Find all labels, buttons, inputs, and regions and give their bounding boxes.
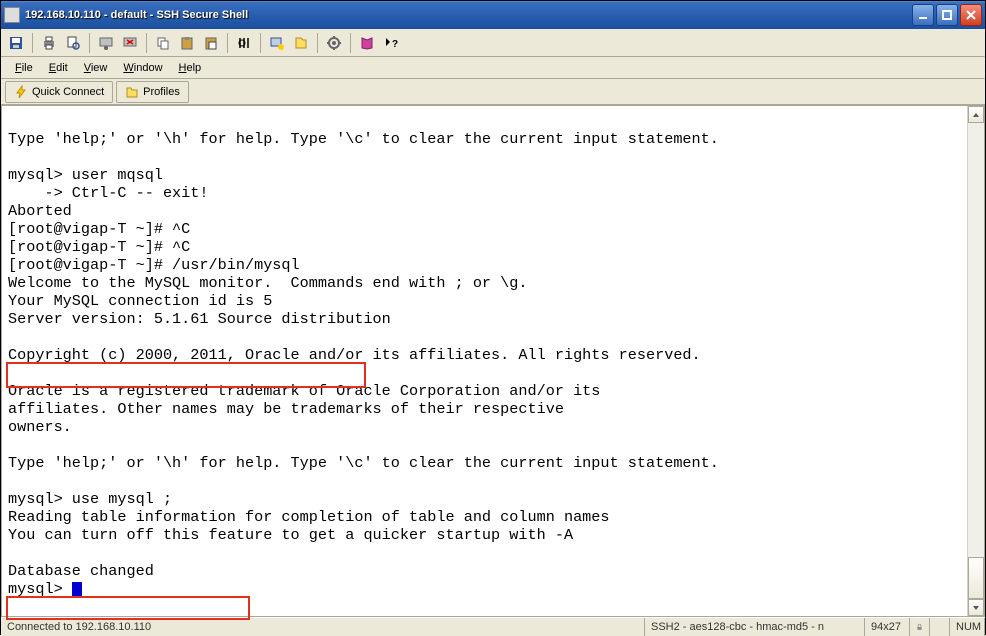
quick-connect-label: Quick Connect [32,86,104,98]
status-dimensions: 94x27 [865,618,910,636]
status-num: NUM [950,618,985,636]
minimize-button[interactable] [912,4,934,26]
svg-text:?: ? [392,39,398,50]
status-lock-icon [910,618,930,636]
help-arrow-icon[interactable]: ? [380,32,402,54]
new-file-transfer-icon[interactable] [290,32,312,54]
disconnect-icon[interactable] [119,32,141,54]
copy-icon[interactable] [152,32,174,54]
scroll-down-button[interactable] [968,599,984,616]
toolbar: ? [1,29,985,57]
terminal-area: Type 'help;' or '\h' for help. Type '\c'… [1,105,985,617]
help-book-icon[interactable] [356,32,378,54]
connect-icon[interactable] [95,32,117,54]
terminal-cursor [72,582,82,598]
scroll-up-button[interactable] [968,106,984,123]
terminal-output[interactable]: Type 'help;' or '\h' for help. Type '\c'… [2,106,967,616]
save-icon[interactable] [5,32,27,54]
menu-bar: File Edit View Window Help [1,57,985,79]
menu-edit[interactable]: Edit [41,60,76,76]
folder-icon [125,85,139,99]
settings-icon[interactable] [323,32,345,54]
status-connection: Connected to 192.168.10.110 [1,618,645,636]
app-icon [4,7,20,23]
scroll-thumb[interactable] [968,557,984,599]
title-bar: 192.168.10.110 - default - SSH Secure Sh… [1,1,985,29]
status-cipher: SSH2 - aes128-cbc - hmac-md5 - n [645,618,865,636]
print-icon[interactable] [38,32,60,54]
print-preview-icon[interactable] [62,32,84,54]
vertical-scrollbar [967,106,984,616]
menu-file[interactable]: File [7,60,41,76]
menu-window[interactable]: Window [115,60,170,76]
menu-view[interactable]: View [76,60,116,76]
paste-icon[interactable] [176,32,198,54]
scroll-track[interactable] [968,123,984,599]
profiles-button[interactable]: Profiles [116,81,189,103]
quick-bar: Quick Connect Profiles [1,79,985,105]
paste-selection-icon[interactable] [200,32,222,54]
close-button[interactable] [960,4,982,26]
find-icon[interactable] [233,32,255,54]
window-title: 192.168.10.110 - default - SSH Secure Sh… [25,9,912,21]
status-cap [930,618,950,636]
profiles-label: Profiles [143,86,180,98]
quick-connect-button[interactable]: Quick Connect [5,81,113,103]
maximize-button[interactable] [936,4,958,26]
menu-help[interactable]: Help [171,60,210,76]
lightning-icon [14,85,28,99]
new-terminal-icon[interactable] [266,32,288,54]
status-bar: Connected to 192.168.10.110 SSH2 - aes12… [1,617,985,636]
